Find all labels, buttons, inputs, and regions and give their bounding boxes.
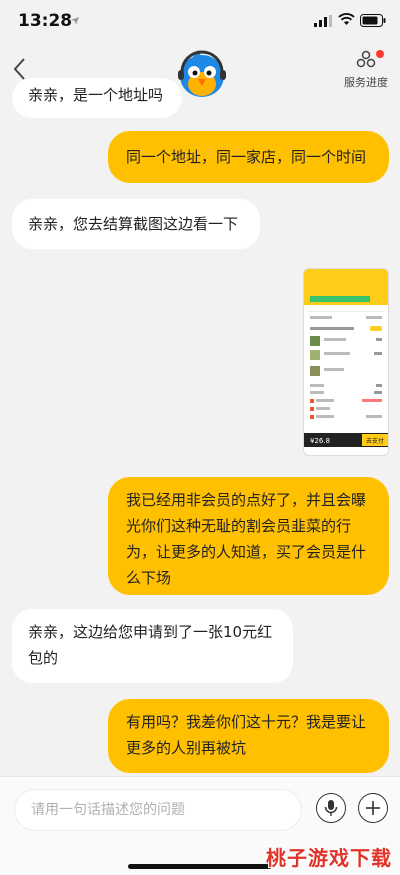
home-indicator <box>128 864 272 869</box>
order-price: ¥26.8 <box>310 437 330 445</box>
back-button[interactable] <box>6 52 32 86</box>
watermark: 桃子游戏下载 <box>266 846 392 870</box>
message-bubble-user: 我已经用非会员的点好了，并且会曝光你们这种无耻的割会员韭菜的行为，让更多的人知道… <box>108 477 389 595</box>
notification-dot <box>376 50 384 58</box>
chevron-left-icon <box>13 58 25 80</box>
microphone-icon <box>324 800 338 816</box>
voice-button[interactable] <box>316 793 346 823</box>
message-bubble-user: 有用吗？我差你们这十元？我是要让更多的人别再被坑 <box>108 699 389 773</box>
mascot-avatar <box>178 50 226 97</box>
status-time: 13:28 <box>18 11 73 31</box>
service-progress-icon <box>356 50 376 68</box>
add-button[interactable] <box>358 793 388 823</box>
service-progress-label: 服务进度 <box>344 76 388 89</box>
wifi-icon <box>338 13 355 25</box>
plus-icon <box>366 801 380 815</box>
location-icon <box>71 17 79 25</box>
message-bubble-support: 亲亲，这边给您申请到了一张10元红包的 <box>12 609 293 683</box>
attached-screenshot[interactable]: ¥26.8 去支付 <box>303 268 389 456</box>
order-screenshot-image: ¥26.8 去支付 <box>304 269 388 447</box>
pay-label: 去支付 <box>366 437 384 445</box>
message-input[interactable]: 请用一句话描述您的问题 <box>14 789 302 831</box>
message-bubble-support: 亲亲，您去结算截图这边看一下 <box>12 199 260 249</box>
service-progress-button[interactable]: 服务进度 <box>338 50 394 90</box>
signal-icon <box>314 15 332 27</box>
battery-icon <box>360 14 386 27</box>
status-bar: 13:28 <box>0 0 400 44</box>
message-bubble-user: 同一个地址，同一家店，同一个时间 <box>108 131 389 183</box>
